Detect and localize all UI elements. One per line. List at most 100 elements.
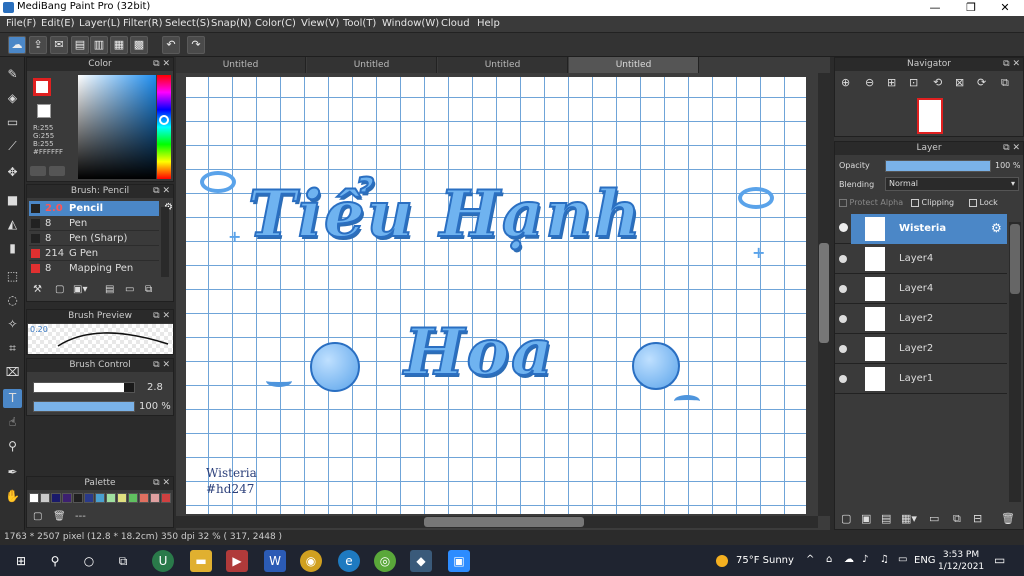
palette-swatch[interactable]: [128, 493, 138, 503]
palette-swatch[interactable]: [84, 493, 94, 503]
undo-icon[interactable]: ↶: [162, 36, 180, 54]
layer-row[interactable]: Layer2: [835, 304, 1007, 334]
layer-row[interactable]: Layer2: [835, 334, 1007, 364]
zoom-in-icon[interactable]: ⊕: [841, 76, 850, 89]
menu-view[interactable]: View(V): [301, 18, 339, 29]
blending-select[interactable]: Normal ▾: [885, 177, 1019, 191]
zoom-out-icon[interactable]: ⊖: [865, 76, 874, 89]
saturation-value-picker[interactable]: [78, 75, 156, 179]
hue-slider-handle[interactable]: [159, 115, 169, 125]
document-icon[interactable]: ▤: [71, 36, 89, 54]
gear-icon[interactable]: ⚙: [991, 221, 1002, 235]
menu-file[interactable]: File(F): [6, 18, 36, 29]
folder-icon[interactable]: ▭: [125, 284, 134, 295]
grid-icon[interactable]: ▦: [110, 36, 128, 54]
panel-close-icon[interactable]: ⧉ ✕: [153, 185, 170, 198]
new-palette-icon[interactable]: ▢: [33, 511, 42, 522]
panel-close-icon[interactable]: ⧉ ✕: [1003, 142, 1020, 155]
drawing-canvas[interactable]: Tiểu Hạnh Hoa + + Wisteria #hd247: [186, 77, 806, 514]
clipping-checkbox[interactable]: Clipping: [911, 198, 954, 207]
select-rect-tool-icon[interactable]: ⬚: [3, 267, 22, 286]
add-brush-icon[interactable]: ▣▾: [73, 284, 87, 295]
select-pen-tool-icon[interactable]: ⌗: [3, 339, 22, 358]
search-icon[interactable]: ⚲: [44, 550, 66, 572]
protect-alpha-checkbox[interactable]: Protect Alpha: [839, 198, 903, 207]
palette-swatch[interactable]: [51, 493, 61, 503]
palette-swatch[interactable]: [95, 493, 105, 503]
zoom-icon[interactable]: ▣: [448, 550, 470, 572]
brush-tool-icon[interactable]: ✎: [3, 65, 22, 84]
panel-close-icon[interactable]: ⧉ ✕: [153, 477, 170, 490]
brush-item-pencil[interactable]: 2.0 Pencil ⚙: [29, 201, 173, 216]
windows-start-icon[interactable]: ⊞: [10, 550, 32, 572]
palette-swatch[interactable]: [73, 493, 83, 503]
color-slider-icon[interactable]: [49, 166, 66, 176]
gradient-tool-icon[interactable]: ▮: [3, 239, 22, 258]
fill-rect-tool-icon[interactable]: ■: [3, 191, 22, 210]
eyedropper-tool-icon[interactable]: ⚲: [3, 437, 22, 456]
tab-untitled-2[interactable]: Untitled: [307, 57, 437, 73]
brush-item-mapping-pen[interactable]: 8 Mapping Pen: [29, 261, 159, 276]
reset-rotate-icon[interactable]: ⊠: [955, 76, 964, 89]
weather-text[interactable]: 75°F Sunny: [736, 555, 794, 566]
select-eraser-tool-icon[interactable]: ⌧: [3, 363, 22, 382]
pen-tool-icon[interactable]: ✒: [3, 463, 22, 482]
horizontal-scrollbar-thumb[interactable]: [424, 517, 584, 527]
fit-screen-icon[interactable]: ⊞: [887, 76, 896, 89]
brush-item-pen-sharp[interactable]: 8 Pen (Sharp): [29, 231, 159, 246]
close-button[interactable]: ✕: [988, 0, 1022, 16]
maximize-button[interactable]: ❐: [954, 0, 988, 16]
media-icon[interactable]: ▶: [226, 550, 248, 572]
app-u-icon[interactable]: U: [152, 550, 174, 572]
cloud-tray-icon[interactable]: ☁: [844, 554, 854, 565]
menu-layer[interactable]: Layer(L): [79, 18, 120, 29]
brush-list-scrollbar[interactable]: [161, 207, 169, 277]
layer-row[interactable]: Layer4: [835, 244, 1007, 274]
panel-close-icon[interactable]: ⧉ ✕: [1003, 58, 1020, 71]
word-icon[interactable]: W: [264, 550, 286, 572]
operation-tool-icon[interactable]: ☝: [3, 413, 22, 432]
secondary-color-swatch[interactable]: [37, 104, 51, 118]
file-explorer-icon[interactable]: ▬: [190, 550, 212, 572]
layer-scrollbar[interactable]: [1009, 222, 1021, 502]
layer-row[interactable]: Layer1: [835, 364, 1007, 394]
minimize-button[interactable]: —: [918, 0, 952, 16]
brush-item-g-pen[interactable]: 214 G Pen: [29, 246, 159, 261]
palette-swatch[interactable]: [40, 493, 50, 503]
brush-size-slider[interactable]: [33, 382, 135, 393]
menu-cloud[interactable]: Cloud: [441, 18, 470, 29]
layer-opacity-slider[interactable]: [885, 160, 991, 172]
microphone-icon[interactable]: ♪: [862, 554, 868, 565]
comment-icon[interactable]: ✉: [50, 36, 68, 54]
vertical-scrollbar[interactable]: [818, 73, 830, 516]
battery-icon[interactable]: ▭: [898, 554, 907, 565]
menu-tool[interactable]: Tool(T): [343, 18, 376, 29]
lock-checkbox[interactable]: Lock: [969, 198, 998, 207]
folder-icon[interactable]: ▭: [929, 512, 939, 525]
new-brush-icon[interactable]: ▢: [55, 284, 64, 295]
palette-swatch[interactable]: [139, 493, 149, 503]
brush-opacity-slider[interactable]: [33, 401, 135, 412]
rectangle-tool-icon[interactable]: ▭: [3, 113, 22, 132]
eraser-tool-icon[interactable]: ◈: [3, 89, 22, 108]
eye-icon[interactable]: [839, 255, 847, 263]
network-icon[interactable]: ⌂: [826, 554, 832, 565]
eye-icon[interactable]: [839, 315, 847, 323]
edge-icon[interactable]: e: [338, 550, 360, 572]
eye-icon[interactable]: [839, 345, 847, 353]
browser-icon[interactable]: ◎: [374, 550, 396, 572]
panel-close-icon[interactable]: ⧉ ✕: [153, 58, 170, 71]
trash-icon[interactable]: 🗑: [53, 511, 66, 522]
layer-scrollbar-thumb[interactable]: [1010, 224, 1020, 294]
rotate-right-icon[interactable]: ⟳: [977, 76, 986, 89]
duplicate-layer-icon[interactable]: ⧉: [953, 512, 961, 526]
tab-untitled-3[interactable]: Untitled: [438, 57, 568, 73]
clock[interactable]: 3:53 PM 1/12/2021: [938, 549, 984, 573]
menu-filter[interactable]: Filter(R): [123, 18, 163, 29]
lasso-tool-icon[interactable]: ◌: [3, 291, 22, 310]
brush-settings-icon[interactable]: ⚒: [33, 284, 42, 295]
upload-icon[interactable]: ⇪: [29, 36, 47, 54]
redo-icon[interactable]: ↷: [187, 36, 205, 54]
new-layer-icon[interactable]: ▢: [841, 512, 851, 525]
add-layer-dropdown-icon[interactable]: ▦▾: [901, 512, 917, 525]
